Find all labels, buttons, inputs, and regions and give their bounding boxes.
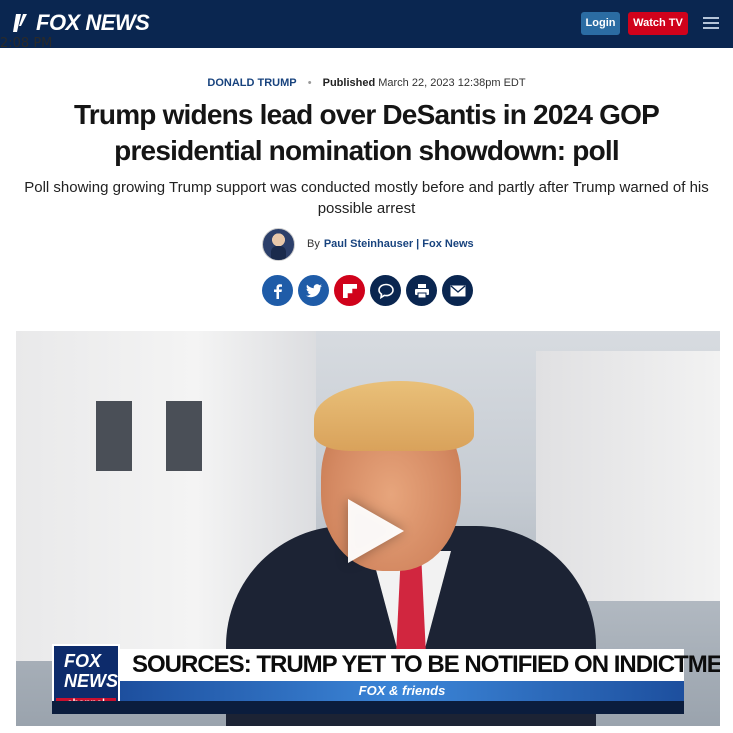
watch-tv-button[interactable]: Watch TV: [628, 12, 688, 35]
facebook-icon: [273, 283, 282, 299]
meta-separator: •: [307, 77, 312, 89]
print-icon: [414, 283, 429, 298]
clock-overlay: 2:08 PM: [0, 36, 53, 51]
facebook-share-button[interactable]: [262, 275, 293, 306]
print-button[interactable]: [406, 275, 437, 306]
hamburger-menu-icon[interactable]: [703, 17, 721, 31]
published-date: March 22, 2023 12:38pm EDT: [378, 77, 526, 89]
comments-icon: [377, 283, 394, 299]
twitter-share-button[interactable]: [298, 275, 329, 306]
fox-logo-slash-icon: [12, 12, 34, 34]
author-avatar[interactable]: [262, 227, 295, 261]
channel-logo-top: FOX: [64, 651, 102, 671]
video-subject-hair: [314, 381, 474, 451]
byline: By Paul Steinhauser | Fox News: [262, 227, 474, 261]
chyron-bottom-strip: [52, 701, 684, 714]
video-window: [166, 401, 202, 471]
author-link[interactable]: Paul Steinhauser | Fox News: [324, 238, 474, 250]
article-meta: DONALD TRUMP • Published March 22, 2023 …: [0, 77, 733, 89]
logo-text: FOX NEWS: [36, 10, 150, 35]
email-share-button[interactable]: [442, 275, 473, 306]
flipboard-icon: [342, 283, 357, 298]
login-button[interactable]: Login: [581, 12, 620, 35]
video-window: [96, 401, 132, 471]
article-headline: Trump widens lead over DeSantis in 2024 …: [74, 99, 660, 166]
show-name: FOX & friends: [120, 681, 684, 701]
email-icon: [450, 284, 465, 296]
chyron-headline: SOURCES: TRUMP YET TO BE NOTIFIED ON IND…: [120, 649, 720, 681]
share-bar: [262, 275, 478, 306]
top-nav-bar: FOX NEWS Login Watch TV: [0, 0, 733, 48]
video-lower-third: FOX NEWS channel SOURCES: TRUMP YET TO B…: [52, 644, 720, 714]
channel-logo-bottom: NEWS: [64, 671, 118, 691]
fox-news-logo[interactable]: FOX NEWS: [12, 9, 150, 37]
twitter-icon: [305, 283, 322, 297]
category-link[interactable]: DONALD TRUMP: [207, 77, 296, 89]
article-subhead: Poll showing growing Trump support was c…: [24, 179, 709, 217]
byline-prefix: By: [307, 238, 320, 250]
flipboard-share-button[interactable]: [334, 275, 365, 306]
comments-button[interactable]: [370, 275, 401, 306]
published-label: Published: [322, 77, 376, 89]
play-icon[interactable]: [348, 499, 404, 563]
video-player[interactable]: FOX NEWS channel SOURCES: TRUMP YET TO B…: [16, 331, 720, 726]
